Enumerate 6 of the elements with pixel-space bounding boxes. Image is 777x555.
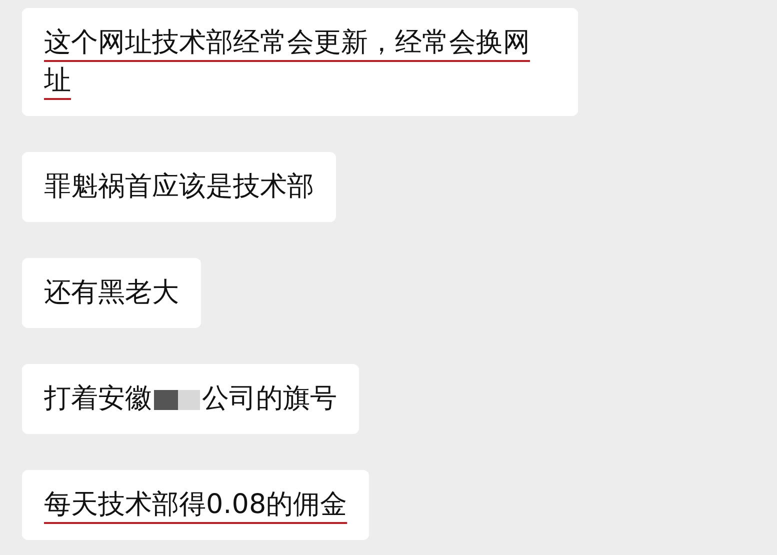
message-text: 还有黑老大 — [44, 276, 179, 310]
message-text: 罪魁祸首应该是技术部 — [44, 170, 314, 204]
message-text: 打着安徽 公司的旗号 — [44, 382, 337, 416]
redaction-block — [154, 390, 200, 410]
message-text: 每天技术部得0.08的佣金 — [44, 488, 348, 522]
message-text: 这个网址技术部经常会更新，经常会换网址 — [44, 26, 531, 98]
